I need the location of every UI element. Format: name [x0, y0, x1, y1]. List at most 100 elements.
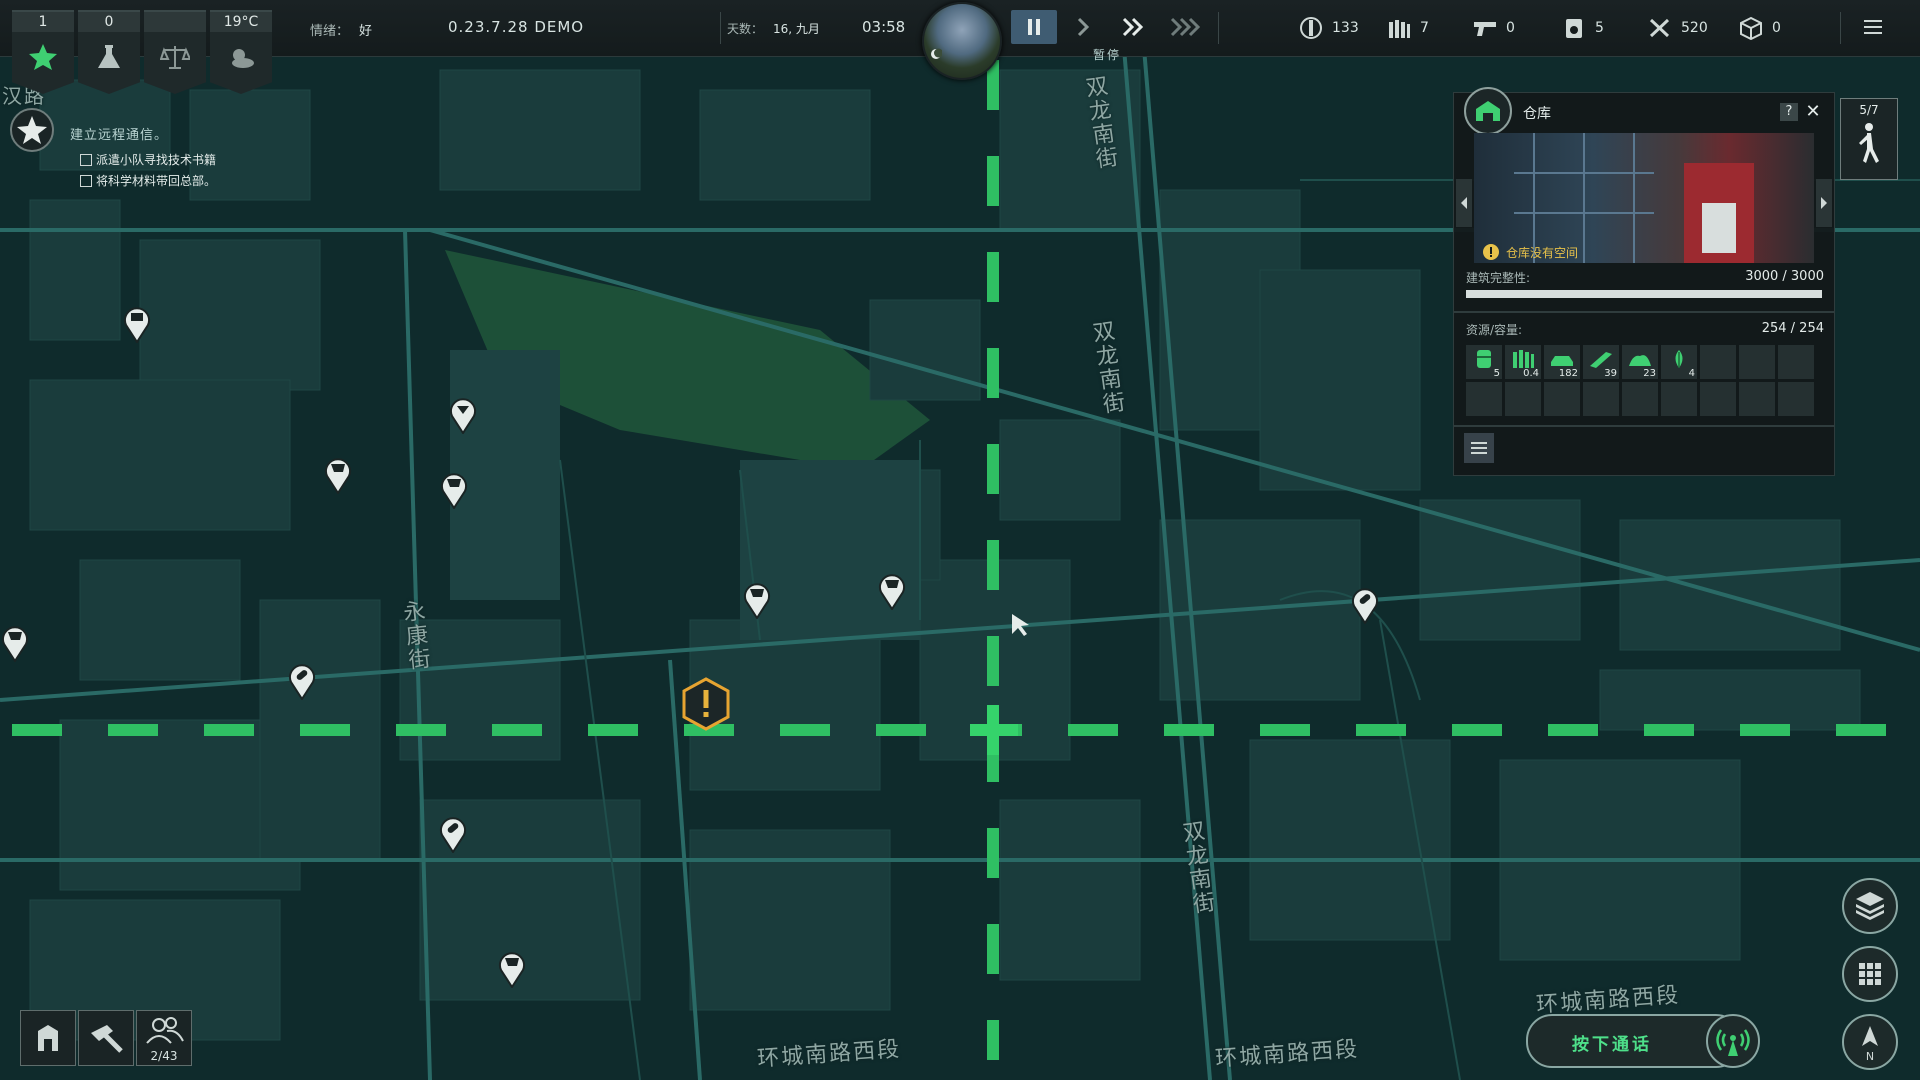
storage-slot-empty[interactable] — [1700, 345, 1736, 379]
storage-slots: 5 0.4 182 39 23 4 — [1466, 345, 1814, 416]
resource-value: 7 — [1420, 20, 1429, 36]
parts-icon — [1300, 17, 1322, 39]
construction-button[interactable] — [78, 1010, 134, 1066]
stat-value: 0 — [78, 12, 140, 32]
help-button[interactable]: ? — [1780, 103, 1798, 121]
squad-button[interactable]: 5/7 — [1840, 98, 1898, 180]
resource-tools[interactable]: 520 — [1647, 16, 1708, 40]
divider — [1454, 311, 1834, 313]
stat-value: 1 — [12, 12, 74, 32]
storage-slot-empty[interactable] — [1700, 382, 1736, 416]
planks-icon — [1590, 352, 1612, 368]
play-speed-1-button[interactable] — [1061, 10, 1107, 44]
quest-objective: 将科学材料带回总部。 — [80, 172, 216, 189]
play-speed-3-button[interactable] — [1163, 10, 1209, 44]
radio-tower-button[interactable] — [1706, 1014, 1760, 1068]
map-marker-book[interactable] — [122, 303, 152, 343]
resource-crates[interactable]: 0 — [1738, 16, 1781, 40]
alert-event-marker[interactable] — [681, 677, 731, 731]
storage-slot-empty[interactable] — [1466, 382, 1502, 416]
storage-slot-empty[interactable] — [1544, 382, 1580, 416]
mood-value: 好 — [359, 24, 373, 39]
map-marker-medicine-3[interactable] — [1350, 584, 1380, 624]
storage-slot[interactable]: 23 — [1622, 345, 1658, 379]
storage-slot-empty[interactable] — [1583, 382, 1619, 416]
stat-tab-weather[interactable]: 19°C — [210, 10, 272, 94]
storage-slot-empty[interactable] — [1505, 382, 1541, 416]
survivors-button[interactable]: 2/43 — [136, 1010, 192, 1066]
stat-tab-research[interactable]: 0 — [78, 10, 140, 94]
map-marker-shop-3[interactable] — [742, 579, 772, 619]
flask-icon — [98, 45, 120, 68]
objective-text: 派遣小队寻找技术书籍 — [96, 153, 217, 167]
panel-title: 仓库 — [1523, 106, 1551, 122]
next-building-button[interactable] — [1816, 179, 1832, 227]
pause-button[interactable] — [1011, 10, 1057, 44]
storage-slot[interactable]: 182 — [1544, 345, 1580, 379]
stat-value — [144, 12, 206, 32]
people-icon — [146, 1017, 184, 1044]
play-speed-2-button[interactable] — [1111, 10, 1157, 44]
buildings-button[interactable] — [20, 1010, 76, 1066]
storage-slot[interactable]: 5 — [1466, 345, 1502, 379]
quest-star-button[interactable] — [10, 108, 54, 152]
resource-weapons[interactable]: 0 — [1472, 16, 1515, 40]
integrity-value: 3000 / 3000 — [1745, 269, 1824, 284]
integrity-bar — [1466, 290, 1822, 298]
scrap-icon — [1629, 355, 1651, 366]
slot-count: 5 — [1493, 368, 1500, 379]
list-icon — [1471, 442, 1487, 454]
mood-label: 情绪： — [310, 24, 350, 39]
warning-icon — [1483, 244, 1499, 260]
storage-slot-empty[interactable] — [1622, 382, 1658, 416]
map-marker-medicine-1[interactable] — [287, 660, 317, 700]
storage-slot-empty[interactable] — [1778, 382, 1814, 416]
storage-slot-empty[interactable] — [1739, 382, 1775, 416]
menu-icon[interactable] — [1862, 16, 1884, 38]
storage-label: 资源/容量: — [1466, 323, 1523, 337]
hammer-icon — [91, 1025, 123, 1053]
tools-icon — [1649, 18, 1670, 38]
crate-icon — [1740, 16, 1762, 40]
map-marker-food[interactable] — [448, 394, 478, 434]
resource-parts[interactable]: 133 — [1298, 16, 1359, 40]
map-layers-button[interactable] — [1842, 878, 1898, 934]
squad-count: 5/7 — [1859, 103, 1879, 117]
radio-tower-icon — [1716, 1029, 1750, 1056]
integrity-bar-fill — [1466, 290, 1822, 298]
storage-slot-empty[interactable] — [1661, 382, 1697, 416]
storage-slot[interactable]: 0.4 — [1505, 345, 1541, 379]
stat-tabs: 1 0 19°C — [12, 10, 272, 94]
close-button[interactable]: ✕ — [1804, 103, 1822, 121]
herb-icon — [1675, 350, 1683, 368]
storage-slot-empty[interactable] — [1739, 345, 1775, 379]
resource-fuel[interactable]: 5 — [1561, 16, 1604, 40]
storage-slot-empty[interactable] — [1778, 345, 1814, 379]
chevron-left-icon — [1461, 197, 1467, 209]
map-marker-shop-4[interactable] — [877, 570, 907, 610]
storage-slot[interactable]: 4 — [1661, 345, 1697, 379]
resource-ammo[interactable]: 7 — [1386, 16, 1429, 40]
weather-icon — [232, 49, 254, 68]
map-marker-shop-6[interactable] — [497, 948, 527, 988]
compass-button[interactable]: N — [1842, 1014, 1898, 1070]
map-marker-shop-1[interactable] — [323, 454, 353, 494]
fast-forward-icon — [1122, 17, 1144, 37]
storage-slot[interactable]: 39 — [1583, 345, 1619, 379]
grid-view-button[interactable] — [1842, 946, 1898, 1002]
previous-building-button[interactable] — [1456, 179, 1472, 227]
slot-count: 0.4 — [1523, 368, 1539, 379]
layers-icon — [1856, 892, 1884, 920]
map-marker-medicine-2[interactable] — [438, 813, 468, 853]
day-value: 16, 九月 — [773, 22, 820, 36]
map-marker-shop-5[interactable] — [0, 622, 30, 662]
mood-indicator: 情绪： 好 — [310, 20, 372, 39]
stat-tab-balance[interactable] — [144, 10, 206, 94]
stat-tab-renown[interactable]: 1 — [12, 10, 74, 94]
building-menu-button[interactable] — [1464, 433, 1494, 463]
resource-value: 520 — [1681, 20, 1708, 36]
warning-text: 仓库没有空间 — [1506, 245, 1579, 260]
map-marker-shop-2[interactable] — [439, 469, 469, 509]
pause-icon — [1028, 19, 1040, 35]
grid-icon — [1859, 963, 1881, 985]
